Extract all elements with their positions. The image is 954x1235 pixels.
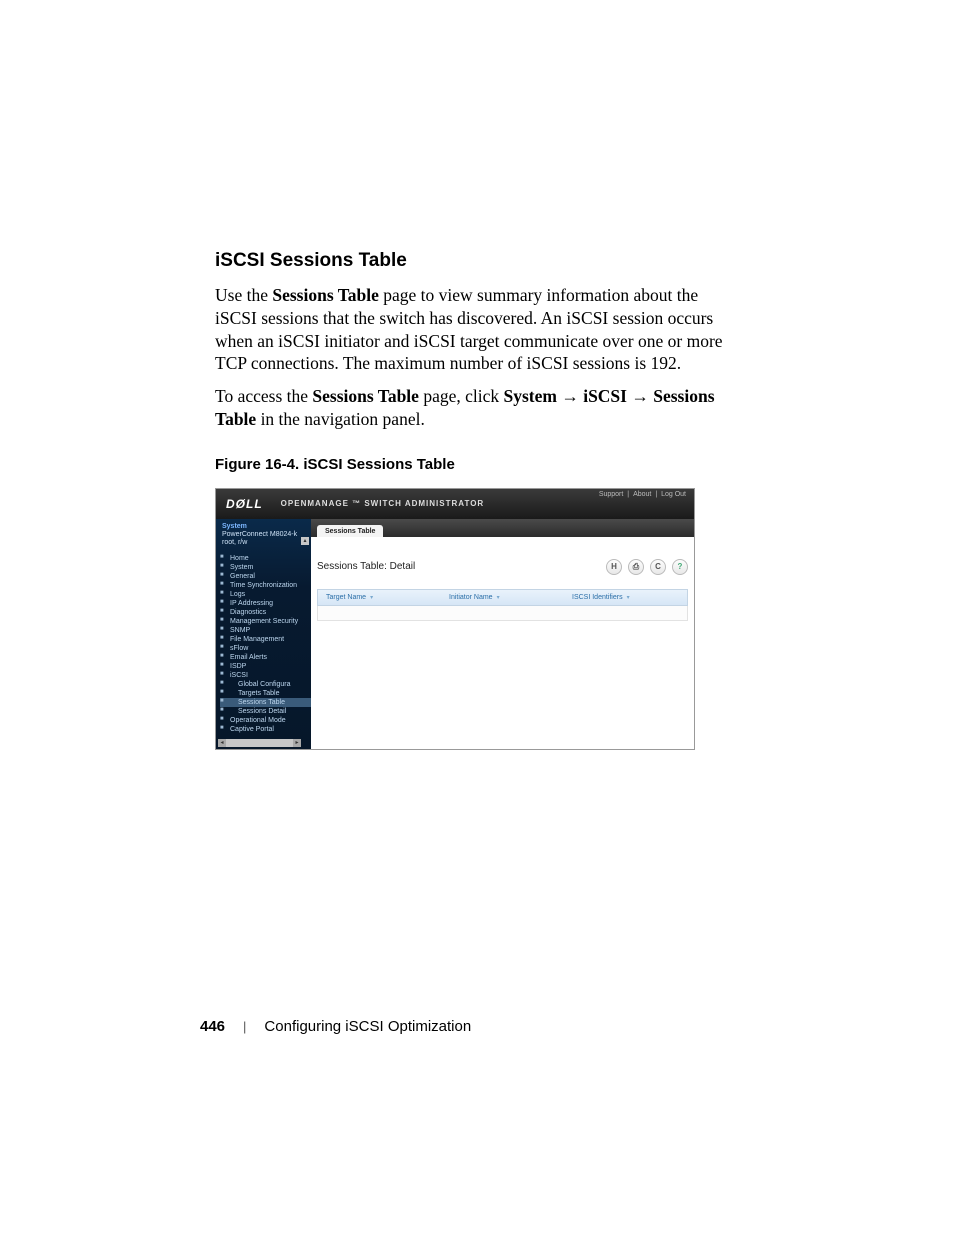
sidebar-item-operational-mode[interactable]: Operational Mode bbox=[220, 716, 311, 725]
sidebar-item-time-sync[interactable]: Time Synchronization bbox=[220, 581, 311, 590]
sidebar-item-email-alerts[interactable]: Email Alerts bbox=[220, 653, 311, 662]
scroll-right-icon[interactable]: ▸ bbox=[293, 739, 301, 747]
text: in the navigation panel. bbox=[256, 409, 425, 429]
toolbar: H ⎙ C ? bbox=[606, 559, 688, 575]
sidebar-system-label: System bbox=[222, 523, 305, 531]
sidebar-item-system[interactable]: System bbox=[220, 563, 311, 572]
bold-text: Sessions Table bbox=[312, 386, 419, 406]
page-title: Sessions Table: Detail bbox=[317, 561, 415, 572]
tab-sessions-table[interactable]: Sessions Table bbox=[317, 525, 383, 537]
divider: | bbox=[627, 491, 631, 498]
sidebar-item-iscsi[interactable]: iSCSI bbox=[220, 671, 311, 680]
document-page: iSCSI Sessions Table Use the Sessions Ta… bbox=[0, 0, 954, 1235]
sidebar-item-home[interactable]: Home bbox=[220, 554, 311, 563]
text: page, click bbox=[419, 386, 504, 406]
sidebar-item-snmp[interactable]: SNMP bbox=[220, 626, 311, 635]
sidebar-hscrollbar[interactable]: ◂ ▸ bbox=[218, 739, 301, 747]
paragraph-1: Use the Sessions Table page to view summ… bbox=[215, 284, 739, 375]
sidebar-item-diagnostics[interactable]: Diagnostics bbox=[220, 608, 311, 617]
tab-bar: Sessions Table bbox=[311, 519, 694, 537]
footer-divider: | bbox=[243, 1019, 246, 1034]
app-header: DØLL OPENMANAGE ™ SWITCH ADMINISTRATOR S… bbox=[216, 489, 694, 519]
page-footer: 446 | Configuring iSCSI Optimization bbox=[200, 1018, 471, 1035]
embedded-screenshot: DØLL OPENMANAGE ™ SWITCH ADMINISTRATOR S… bbox=[215, 488, 695, 750]
app-name-label: OPENMANAGE ™ SWITCH ADMINISTRATOR bbox=[281, 499, 485, 508]
bold-text: Sessions Table bbox=[272, 285, 379, 305]
col-iscsi-identifiers[interactable]: ISCSI Identifiers bbox=[564, 594, 687, 601]
main-panel: Sessions Table Sessions Table: Detail H … bbox=[311, 519, 694, 749]
text: Use the bbox=[215, 285, 272, 305]
paragraph-2: To access the Sessions Table page, click… bbox=[215, 385, 739, 431]
print-icon[interactable]: ⎙ bbox=[628, 559, 644, 575]
sidebar-header: System PowerConnect M8024-k root, r/w bbox=[216, 519, 311, 552]
logout-link[interactable]: Log Out bbox=[661, 491, 686, 498]
sidebar-item-global-config[interactable]: Global Configura bbox=[220, 680, 311, 689]
sidebar-item-logs[interactable]: Logs bbox=[220, 590, 311, 599]
sidebar-item-general[interactable]: General bbox=[220, 572, 311, 581]
page-title-row: Sessions Table: Detail H ⎙ C ? bbox=[317, 559, 688, 575]
header-links: Support | About | Log Out bbox=[597, 491, 686, 498]
sidebar-item-sflow[interactable]: sFlow bbox=[220, 644, 311, 653]
sidebar-item-sessions-detail[interactable]: Sessions Detail bbox=[220, 707, 311, 716]
footer-chapter-label: Configuring iSCSI Optimization bbox=[264, 1018, 471, 1035]
col-initiator-name[interactable]: Initiator Name bbox=[441, 594, 564, 601]
col-target-name[interactable]: Target Name bbox=[318, 594, 441, 601]
text: To access the bbox=[215, 386, 312, 406]
breadcrumb-system: System bbox=[503, 386, 556, 406]
refresh-icon[interactable]: C bbox=[650, 559, 666, 575]
sidebar-item-captive-portal[interactable]: Captive Portal bbox=[220, 725, 311, 734]
sidebar-user-line: root, r/w bbox=[222, 539, 305, 547]
arrow-icon: → bbox=[557, 386, 583, 406]
scroll-up-icon[interactable]: ▴ bbox=[301, 537, 309, 545]
help-icon[interactable]: ? bbox=[672, 559, 688, 575]
section-heading: iSCSI Sessions Table bbox=[215, 250, 739, 272]
sidebar-item-targets-table[interactable]: Targets Table bbox=[220, 689, 311, 698]
save-icon[interactable]: H bbox=[606, 559, 622, 575]
sidebar-item-mgmt-security[interactable]: Management Security bbox=[220, 617, 311, 626]
sidebar-item-sessions-table[interactable]: Sessions Table bbox=[220, 698, 311, 707]
sidebar-item-isdp[interactable]: ISDP bbox=[220, 662, 311, 671]
breadcrumb-iscsi: iSCSI bbox=[583, 386, 627, 406]
table-header: Target Name Initiator Name ISCSI Identif… bbox=[317, 589, 688, 606]
support-link[interactable]: Support bbox=[599, 491, 624, 498]
figure-caption: Figure 16-4. iSCSI Sessions Table bbox=[215, 456, 739, 473]
scroll-left-icon[interactable]: ◂ bbox=[218, 739, 226, 747]
table-body-empty bbox=[317, 606, 688, 621]
about-link[interactable]: About bbox=[633, 491, 651, 498]
divider: | bbox=[655, 491, 659, 498]
page-number: 446 bbox=[200, 1018, 225, 1035]
sidebar-item-ip-addressing[interactable]: IP Addressing bbox=[220, 599, 311, 608]
sidebar-tree: Home System General Time Synchronization… bbox=[216, 554, 311, 734]
dell-logo: DØLL bbox=[226, 497, 263, 511]
sidebar-device-model: PowerConnect M8024-k bbox=[222, 531, 305, 539]
app-body: System PowerConnect M8024-k root, r/w ▴ … bbox=[216, 519, 694, 749]
sidebar-nav: System PowerConnect M8024-k root, r/w ▴ … bbox=[216, 519, 311, 749]
sidebar-item-file-mgmt[interactable]: File Management bbox=[220, 635, 311, 644]
arrow-icon: → bbox=[627, 386, 653, 406]
